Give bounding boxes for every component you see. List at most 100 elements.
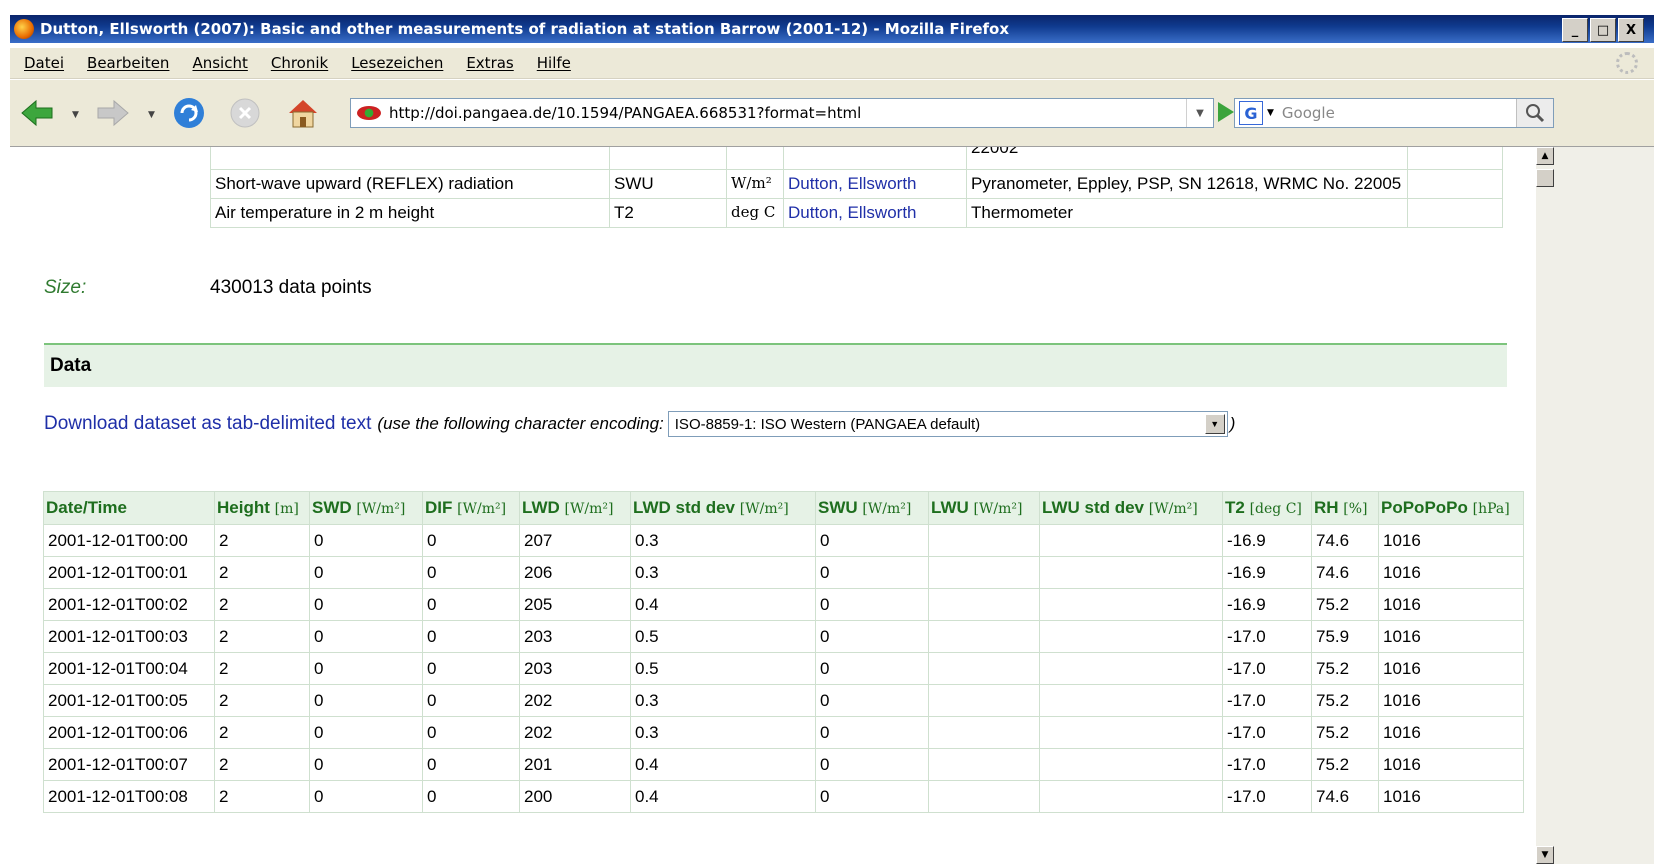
table-cell: 0 xyxy=(815,652,929,685)
pi-link[interactable]: Dutton, Ellsworth xyxy=(788,203,917,222)
table-cell: 0 xyxy=(815,524,929,557)
encoding-close: ) xyxy=(1229,414,1236,433)
column-header: LWD std dev [W/m²] xyxy=(630,491,816,525)
table-cell xyxy=(1039,780,1223,813)
table-cell: 206 xyxy=(519,556,631,589)
table-cell: 203 xyxy=(519,620,631,653)
column-header-unit: [W/m²] xyxy=(356,501,406,517)
firefox-logo-icon xyxy=(14,19,34,39)
table-cell: 203 xyxy=(519,652,631,685)
column-header: Date/Time xyxy=(43,491,215,525)
back-arrow-icon[interactable] xyxy=(20,98,54,128)
back-dropdown-icon[interactable]: ▼ xyxy=(72,110,79,120)
table-cell: 0 xyxy=(815,716,929,749)
column-header-unit: [W/m²] xyxy=(973,501,1023,517)
menu-lesezeichen[interactable]: Lesezeichen xyxy=(351,54,443,72)
table-cell: 0 xyxy=(422,748,520,781)
pi-link[interactable]: Dutton, Ellsworth xyxy=(788,174,917,193)
table-cell: 202 xyxy=(519,684,631,717)
menu-ansicht[interactable]: Ansicht xyxy=(192,54,247,72)
download-line: Download dataset as tab-delimited text (… xyxy=(44,411,1235,437)
table-cell: 2001-12-01T00:00 xyxy=(43,524,215,557)
table-cell: 2 xyxy=(214,780,310,813)
table-cell: -16.9 xyxy=(1222,524,1312,557)
table-cell: 2 xyxy=(214,620,310,653)
table-cell: 0.3 xyxy=(630,716,816,749)
search-engine-dropdown-icon[interactable]: ▼ xyxy=(1267,108,1274,118)
table-cell: 0.3 xyxy=(630,524,816,557)
column-header-name: LWD xyxy=(522,498,560,517)
table-cell: 74.6 xyxy=(1311,556,1379,589)
table-cell: 0 xyxy=(309,524,423,557)
table-cell: 2001-12-01T00:06 xyxy=(43,716,215,749)
column-header-name: Date/Time xyxy=(46,498,127,517)
chevron-down-icon[interactable]: ▼ xyxy=(1204,414,1225,434)
column-header-unit: [hPa] xyxy=(1472,501,1510,517)
search-input[interactable]: Google xyxy=(1282,104,1335,122)
url-dropdown-icon[interactable]: ▼ xyxy=(1186,99,1213,127)
reload-icon[interactable] xyxy=(172,98,206,128)
maximize-button[interactable]: □ xyxy=(1590,18,1616,42)
table-cell xyxy=(1039,652,1223,685)
table-cell: -17.0 xyxy=(1222,620,1312,653)
table-cell: 0 xyxy=(815,684,929,717)
table-cell: 75.2 xyxy=(1311,684,1379,717)
menu-bearbeiten[interactable]: Bearbeiten xyxy=(87,54,169,72)
encoding-select[interactable]: ISO-8859-1: ISO Western (PANGAEA default… xyxy=(667,411,1228,437)
column-header-name: DIF xyxy=(425,498,453,517)
stop-icon[interactable] xyxy=(228,98,262,128)
table-cell: 0.4 xyxy=(630,748,816,781)
table-cell: 0 xyxy=(815,620,929,653)
table-cell: 2 xyxy=(214,716,310,749)
close-button[interactable]: X xyxy=(1618,18,1644,42)
search-box[interactable]: G ▼ Google xyxy=(1234,98,1554,128)
table-cell: 2001-12-01T00:08 xyxy=(43,780,215,813)
url-bar[interactable]: http://doi.pangaea.de/10.1594/PANGAEA.66… xyxy=(350,98,1214,128)
table-cell: 0 xyxy=(422,684,520,717)
table-cell: 2 xyxy=(214,652,310,685)
table-header-row: Date/Time Height [m] SWD [W/m²] DIF [W/m²]… xyxy=(43,491,1524,525)
minimize-button[interactable]: _ xyxy=(1562,18,1588,42)
menu-extras[interactable]: Extras xyxy=(466,54,513,72)
param-comment xyxy=(1407,198,1503,228)
data-section-header: Data xyxy=(44,343,1507,387)
table-cell xyxy=(928,716,1040,749)
table-cell xyxy=(1039,524,1223,557)
vertical-scrollbar[interactable]: ▲ ▼ xyxy=(1536,147,1554,864)
go-icon[interactable] xyxy=(1218,102,1234,122)
forward-arrow-icon[interactable] xyxy=(96,98,130,128)
navigation-toolbar: ▼ ▼ http://doi.pangaea.de/10.1594/PANGAE… xyxy=(10,80,1654,147)
table-cell: 205 xyxy=(519,588,631,621)
column-header-name: Height xyxy=(217,498,270,517)
table-cell: 2 xyxy=(214,748,310,781)
table-cell: 0 xyxy=(422,588,520,621)
download-dataset-link[interactable]: Download dataset as tab-delimited text xyxy=(44,413,371,435)
table-cell: 0 xyxy=(309,556,423,589)
scroll-thumb[interactable] xyxy=(1536,169,1554,187)
table-cell: -17.0 xyxy=(1222,780,1312,813)
scroll-up-icon[interactable]: ▲ xyxy=(1536,147,1554,165)
table-cell: 0 xyxy=(422,652,520,685)
forward-dropdown-icon[interactable]: ▼ xyxy=(148,110,155,120)
menu-hilfe[interactable]: Hilfe xyxy=(537,54,571,72)
column-header-unit: [W/m²] xyxy=(1148,501,1198,517)
table-cell: 75.2 xyxy=(1311,652,1379,685)
table-cell: 2001-12-01T00:01 xyxy=(43,556,215,589)
search-icon[interactable] xyxy=(1516,99,1553,127)
column-header-unit: [W/m²] xyxy=(564,501,614,517)
url-text[interactable]: http://doi.pangaea.de/10.1594/PANGAEA.66… xyxy=(389,104,861,122)
menu-datei[interactable]: Datei xyxy=(24,54,64,72)
scroll-down-icon[interactable]: ▼ xyxy=(1536,846,1554,864)
table-cell xyxy=(1039,588,1223,621)
menu-chronik[interactable]: Chronik xyxy=(271,54,328,72)
column-header-unit: [W/m²] xyxy=(862,501,912,517)
home-icon[interactable] xyxy=(286,98,320,128)
param-name: Short-wave upward (REFLEX) radiation xyxy=(210,169,610,199)
table-cell: 2 xyxy=(214,588,310,621)
param-method: Pyranometer, Eppley, PSP, SN 12618, WRMC… xyxy=(966,169,1408,199)
table-cell: -16.9 xyxy=(1222,588,1312,621)
table-cell: -17.0 xyxy=(1222,716,1312,749)
google-icon[interactable]: G xyxy=(1239,101,1263,125)
table-cell: 0 xyxy=(309,716,423,749)
encoding-note: (use the following character encoding: xyxy=(377,414,664,433)
